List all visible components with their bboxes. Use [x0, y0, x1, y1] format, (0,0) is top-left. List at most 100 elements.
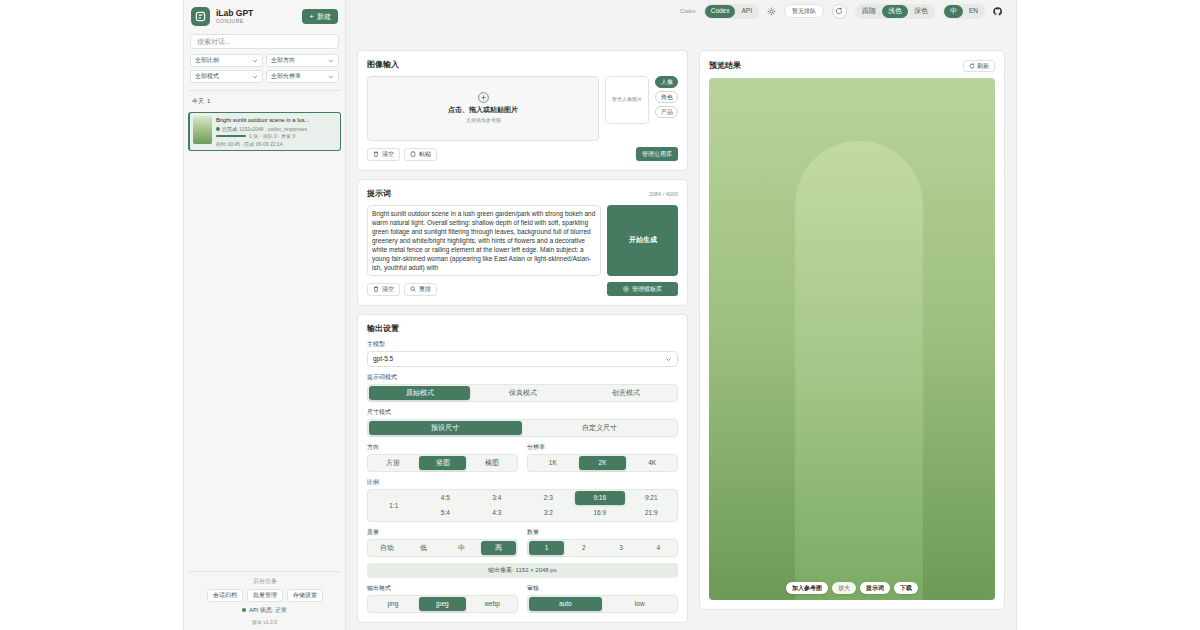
preview-image[interactable]: 加入参考图 放大 提示词 下载 — [709, 78, 995, 600]
size-mode-option[interactable]: 预设尺寸 — [369, 421, 522, 435]
orientation-option[interactable]: 横图 — [468, 456, 516, 470]
ratio-option[interactable]: 3:4 — [472, 491, 522, 505]
filter-select[interactable]: 全部方向 — [266, 54, 339, 67]
ratio-option[interactable]: 4:3 — [472, 506, 522, 520]
category-tab[interactable]: 角色 — [655, 91, 678, 103]
option-label: 预设尺寸 — [431, 423, 459, 433]
ratio-option[interactable]: 2:3 — [524, 491, 574, 505]
category-tab[interactable]: 人像 — [655, 76, 678, 88]
prompt-button[interactable]: 提示词 — [860, 582, 890, 594]
rearrange-button[interactable]: 重排 — [404, 283, 437, 296]
thumbnail — [193, 116, 212, 144]
quality-option[interactable]: 自动 — [369, 541, 404, 555]
list-icon — [623, 286, 629, 292]
model-select[interactable]: gpt-5.5 — [367, 351, 678, 367]
option-label: 2 — [582, 543, 586, 553]
dropzone-title: 点击、拖入或粘贴图片 — [448, 105, 518, 115]
template-button[interactable]: 管理模板库 — [607, 282, 678, 296]
download-button[interactable]: 下载 — [894, 582, 918, 594]
format-option[interactable]: webp — [468, 597, 516, 611]
field-label: 提示词模式 — [367, 373, 678, 381]
ratio-option[interactable]: 9:16 — [575, 491, 625, 505]
size-mode-option[interactable]: 自定义尺寸 — [524, 421, 677, 435]
orientation-option[interactable]: 方形 — [369, 456, 417, 470]
quality-option[interactable]: 低 — [406, 541, 441, 555]
language-tab[interactable]: EN — [963, 5, 984, 18]
resolution-option[interactable]: 4K — [628, 456, 676, 470]
library-button[interactable]: 管理公用库 — [636, 147, 678, 161]
ratio-option[interactable]: 16:9 — [575, 506, 625, 520]
theme-tab[interactable]: 深色 — [908, 5, 934, 18]
batch-button[interactable]: 批量管理 — [247, 589, 283, 602]
github-icon[interactable] — [993, 7, 1002, 16]
filter-select[interactable]: 全部分辨率 — [266, 70, 339, 83]
count-option[interactable]: 3 — [604, 541, 639, 555]
refresh-button[interactable]: 刷新 — [963, 60, 995, 72]
mode-tab[interactable]: Codex — [705, 5, 736, 18]
refresh-icon[interactable] — [832, 4, 847, 19]
new-button[interactable]: + 新建 — [302, 9, 338, 24]
orientation-option[interactable]: 竖图 — [419, 456, 467, 470]
mode-label: Codex — [680, 7, 696, 15]
dropzone[interactable]: 点击、拖入或粘贴图片 支持添加参考图 — [367, 76, 599, 141]
prompt-mode-option[interactable]: 创意模式 — [575, 386, 676, 400]
prompt-mode-option[interactable]: 保真模式 — [472, 386, 573, 400]
ratio-option[interactable]: 1:1 — [369, 491, 419, 520]
rearrange-label: 重排 — [419, 285, 431, 294]
language-tab[interactable]: 中 — [944, 5, 963, 18]
format-option[interactable]: png — [369, 597, 417, 611]
ratio-option[interactable]: 3:2 — [524, 506, 574, 520]
count-option[interactable]: 4 — [641, 541, 676, 555]
theme-tab[interactable]: 跟随 — [856, 5, 882, 18]
category-tab[interactable]: 产品 — [655, 106, 678, 118]
filter-grid: 全部比例 全部方向 全部模式 全部分辨率 — [190, 54, 339, 83]
quality-option[interactable]: 高 — [481, 541, 516, 555]
add-reference-button[interactable]: 加入参考图 — [786, 582, 828, 594]
ratio-option[interactable]: 21:9 — [627, 506, 677, 520]
gear-icon[interactable] — [767, 7, 776, 16]
option-label: 方形 — [386, 458, 400, 468]
option-label: 2K — [599, 458, 607, 468]
format-switch: pngjpegwebp — [367, 595, 518, 613]
app-title: iLab GPT — [216, 9, 253, 18]
moderation-option[interactable]: auto — [529, 597, 602, 611]
api-status: API 状态: 正常 — [249, 606, 286, 614]
queue-button[interactable]: 暂无排队 — [784, 4, 824, 18]
quality-option[interactable]: 中 — [444, 541, 479, 555]
conversation-item[interactable]: Bright sunlit outdoor scene in a lus... … — [188, 112, 341, 151]
filter-select[interactable]: 全部模式 — [190, 70, 263, 83]
mode-tab[interactable]: API — [735, 5, 757, 18]
moderation-switch: autolow — [527, 595, 678, 613]
logo-icon — [191, 7, 210, 26]
ratio-option[interactable]: 4:5 — [421, 491, 471, 505]
clear-prompt-button[interactable]: 清空 — [367, 283, 400, 296]
sidebar-footer: 后台任务 会话归档 批量管理 存储设置 API 状态: 正常 版本 v1.0.5 — [188, 571, 341, 626]
prompt-mode-option[interactable]: 原始模式 — [369, 386, 470, 400]
format-option[interactable]: jpeg — [419, 597, 467, 611]
paste-button[interactable]: 粘贴 — [404, 148, 437, 161]
zoom-button[interactable]: 放大 — [832, 582, 856, 594]
option-label: 深色 — [914, 6, 928, 16]
count-option[interactable]: 2 — [566, 541, 601, 555]
ratio-option[interactable]: 5:4 — [421, 506, 471, 520]
conversation-times: 耗时 00:45 · 完成 06-09 22:14 — [216, 141, 337, 147]
ratio-option[interactable]: 9:21 — [627, 491, 677, 505]
resolution-option[interactable]: 1K — [529, 456, 577, 470]
search-input[interactable] — [190, 34, 339, 49]
count-switch: 1 2 34 — [527, 539, 678, 557]
theme-tab[interactable]: 浅色 — [882, 5, 908, 18]
filter-select[interactable]: 全部比例 — [190, 54, 263, 67]
count-option[interactable]: 1 — [529, 541, 564, 555]
resolution-option[interactable]: 2K — [579, 456, 627, 470]
option-label: 4K — [648, 458, 656, 468]
portrait-slot[interactable]: 暂无人像图片 — [605, 76, 649, 124]
dropzone-hint: 支持添加参考图 — [466, 117, 501, 125]
prompt-textarea[interactable]: Bright sunlit outdoor scene in a lush gr… — [367, 205, 601, 276]
archive-button[interactable]: 会话归档 — [207, 589, 243, 602]
field-label: 输出格式 — [367, 584, 518, 592]
option-label: 人像 — [661, 78, 673, 87]
moderation-option[interactable]: low — [604, 597, 677, 611]
generate-button[interactable]: 开始生成 — [607, 205, 678, 276]
storage-button[interactable]: 存储设置 — [287, 589, 323, 602]
clear-button[interactable]: 清空 — [367, 148, 400, 161]
